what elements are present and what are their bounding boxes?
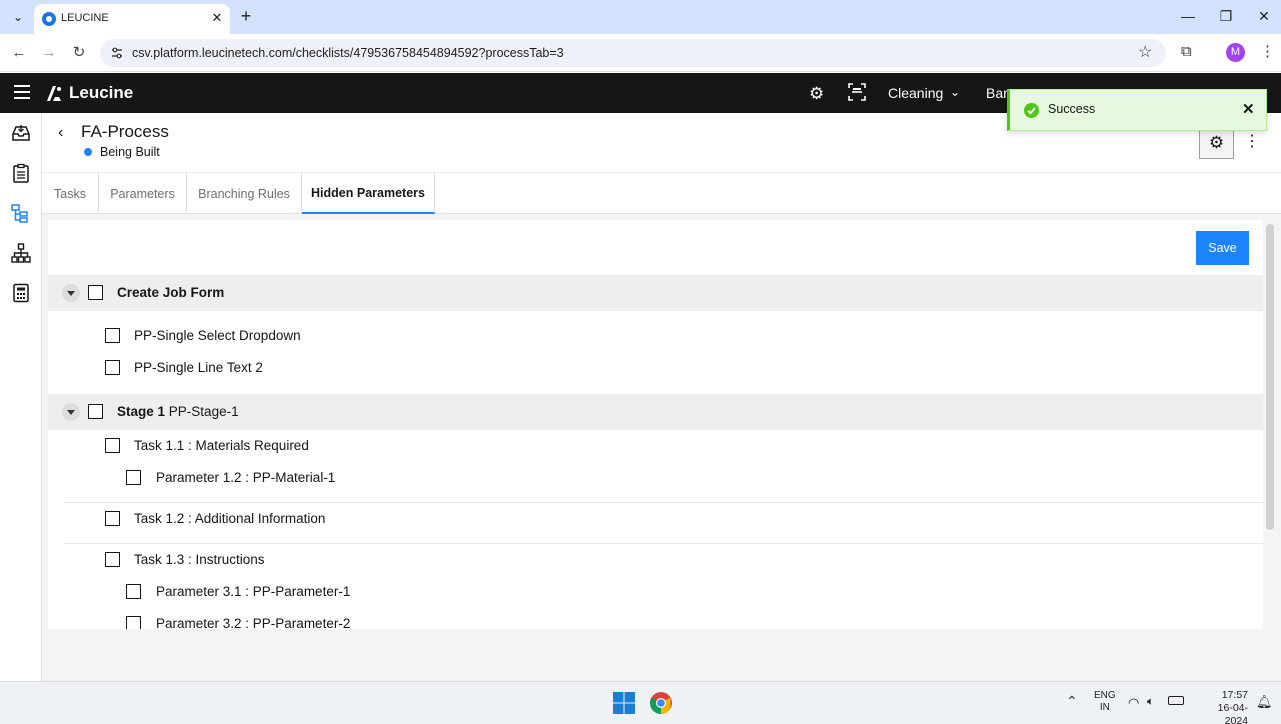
divider bbox=[64, 502, 1263, 503]
inbox-icon[interactable] bbox=[11, 123, 31, 143]
notification-bell-icon[interactable]: 🔔︎ bbox=[1256, 694, 1273, 710]
scan-icon[interactable] bbox=[848, 83, 866, 101]
task-label: Task 1.3 : Instructions bbox=[134, 552, 265, 567]
bookmark-star-icon[interactable]: ☆ bbox=[1138, 42, 1152, 62]
hierarchy-icon[interactable] bbox=[11, 243, 31, 263]
address-bar[interactable]: csv.platform.leucinetech.com/checklists/… bbox=[100, 39, 1166, 67]
chrome-icon[interactable] bbox=[649, 691, 673, 715]
back-arrow-icon[interactable]: ‹ bbox=[58, 124, 63, 142]
tab-close-icon[interactable]: ✕ bbox=[208, 9, 226, 27]
tab-branching-rules[interactable]: Branching Rules bbox=[187, 173, 302, 214]
tab-hidden-parameters[interactable]: Hidden Parameters bbox=[302, 173, 435, 214]
browser-menu-icon[interactable]: ⋮ bbox=[1260, 42, 1275, 60]
process-icon[interactable] bbox=[11, 203, 31, 223]
hidden-parameters-panel: Save Create Job Form PP-Single Select Dr… bbox=[48, 220, 1263, 629]
reports-icon[interactable] bbox=[11, 283, 31, 303]
parameter-label: Parameter 3.2 : PP-Parameter-2 bbox=[156, 616, 351, 629]
browser-toolbar: ← → ↻ csv.platform.leucinetech.com/check… bbox=[0, 34, 1281, 72]
window-close-icon[interactable]: ✕ bbox=[1250, 6, 1278, 26]
divider bbox=[64, 543, 1263, 544]
clock-time: 17:57 bbox=[1221, 689, 1248, 701]
site-info-icon[interactable] bbox=[110, 46, 124, 60]
volume-icon[interactable]: 🔈︎ bbox=[1147, 694, 1154, 709]
section-label: Create Job Form bbox=[117, 285, 225, 300]
windows-start-icon[interactable] bbox=[613, 692, 635, 714]
job-form-checkbox[interactable] bbox=[88, 285, 103, 300]
parameter-label: Parameter 1.2 : PP-Material-1 bbox=[156, 470, 336, 485]
profile-avatar[interactable]: M bbox=[1226, 43, 1245, 62]
leucine-logo-icon bbox=[47, 86, 61, 101]
parameter-checkbox[interactable] bbox=[105, 360, 120, 375]
chevron-down-icon[interactable]: ⌄ bbox=[950, 85, 960, 99]
save-button[interactable]: Save bbox=[1196, 231, 1249, 265]
lang-secondary: IN bbox=[1099, 702, 1110, 713]
toast-message: Success bbox=[1048, 102, 1096, 116]
use-case-select[interactable]: Bar bbox=[986, 85, 1008, 101]
reload-icon[interactable]: ↻ bbox=[68, 42, 90, 64]
language-indicator[interactable]: ENG IN bbox=[1094, 690, 1116, 714]
section-row-job-form: Create Job Form bbox=[48, 275, 1263, 311]
scrollbar-thumb[interactable] bbox=[1266, 224, 1274, 530]
browser-tabstrip: ⌄ LEUCINE ✕ + — ❐ ✕ bbox=[0, 0, 1281, 34]
tab-title: LEUCINE bbox=[61, 12, 109, 24]
task-label: Task 1.1 : Materials Required bbox=[134, 438, 309, 453]
stage-prefix: Stage 1 bbox=[117, 404, 166, 419]
logo-text: Leucine bbox=[69, 83, 134, 102]
checklist-icon[interactable] bbox=[11, 163, 31, 183]
lang-primary: ENG bbox=[1094, 690, 1116, 701]
left-rail bbox=[0, 113, 42, 681]
stage-name: PP-Stage-1 bbox=[168, 404, 239, 419]
stage-label: Stage 1 PP-Stage-1 bbox=[117, 404, 239, 419]
hamburger-menu-icon[interactable] bbox=[14, 85, 30, 99]
status-badge: Being Built bbox=[100, 145, 160, 159]
battery-icon[interactable] bbox=[1168, 696, 1184, 705]
settings-gear-icon[interactable]: ⚙ bbox=[809, 84, 824, 104]
gear-icon: ⚙ bbox=[1208, 133, 1225, 152]
clock[interactable]: 17:57 16-04-2024 bbox=[1196, 689, 1248, 724]
success-toast: Success ✕ bbox=[1007, 89, 1267, 131]
leucine-favicon-icon bbox=[42, 12, 56, 26]
restore-icon[interactable]: ❐ bbox=[1212, 6, 1240, 26]
parameter-label: PP-Single Select Dropdown bbox=[134, 328, 301, 343]
parameter-checkbox[interactable] bbox=[126, 470, 141, 485]
task-checkbox[interactable] bbox=[105, 511, 120, 526]
close-icon[interactable]: ✕ bbox=[1242, 100, 1255, 118]
tray-chevron-up-icon[interactable]: ⌃ bbox=[1066, 693, 1078, 710]
check-circle-icon bbox=[1024, 103, 1039, 118]
process-settings-button[interactable]: ⚙ bbox=[1199, 127, 1234, 159]
extensions-icon[interactable]: ⧉ bbox=[1181, 43, 1192, 60]
parameter-label: PP-Single Line Text 2 bbox=[134, 360, 263, 375]
minimize-icon[interactable]: — bbox=[1174, 6, 1202, 26]
process-tabs: Tasks Parameters Branching Rules Hidden … bbox=[42, 172, 1281, 214]
facility-select[interactable]: Cleaning bbox=[888, 85, 943, 101]
wifi-icon[interactable]: ◠ bbox=[1128, 695, 1139, 711]
new-tab-icon[interactable]: + bbox=[236, 6, 256, 26]
page-title: FA-Process bbox=[81, 122, 169, 141]
clock-date: 16-04-2024 bbox=[1217, 702, 1248, 724]
parameter-checkbox[interactable] bbox=[126, 584, 141, 599]
forward-icon[interactable]: → bbox=[38, 42, 60, 64]
caret-down-icon[interactable] bbox=[62, 284, 80, 302]
section-row-stage: Stage 1 PP-Stage-1 bbox=[48, 394, 1263, 430]
windows-taskbar: ⌃ ENG IN ◠ 🔈︎ 17:57 16-04-2024 🔔︎ bbox=[0, 681, 1281, 724]
parameter-checkbox[interactable] bbox=[105, 328, 120, 343]
tab-parameters[interactable]: Parameters bbox=[99, 173, 187, 214]
caret-down-icon[interactable] bbox=[62, 403, 80, 421]
parameter-checkbox[interactable] bbox=[126, 616, 141, 629]
task-checkbox[interactable] bbox=[105, 552, 120, 567]
stage-checkbox[interactable] bbox=[88, 404, 103, 419]
parameter-label: Parameter 3.1 : PP-Parameter-1 bbox=[156, 584, 351, 599]
tab-tasks[interactable]: Tasks bbox=[42, 173, 99, 214]
back-icon[interactable]: ← bbox=[8, 42, 30, 64]
task-label: Task 1.2 : Additional Information bbox=[134, 511, 326, 526]
more-options-icon[interactable]: ⋮ bbox=[1244, 131, 1260, 151]
task-checkbox[interactable] bbox=[105, 438, 120, 453]
status-dot bbox=[84, 148, 92, 156]
browser-tab[interactable]: LEUCINE ✕ bbox=[34, 4, 230, 34]
tab-search-chevron-icon[interactable]: ⌄ bbox=[6, 6, 30, 28]
url-text: csv.platform.leucinetech.com/checklists/… bbox=[132, 46, 564, 60]
